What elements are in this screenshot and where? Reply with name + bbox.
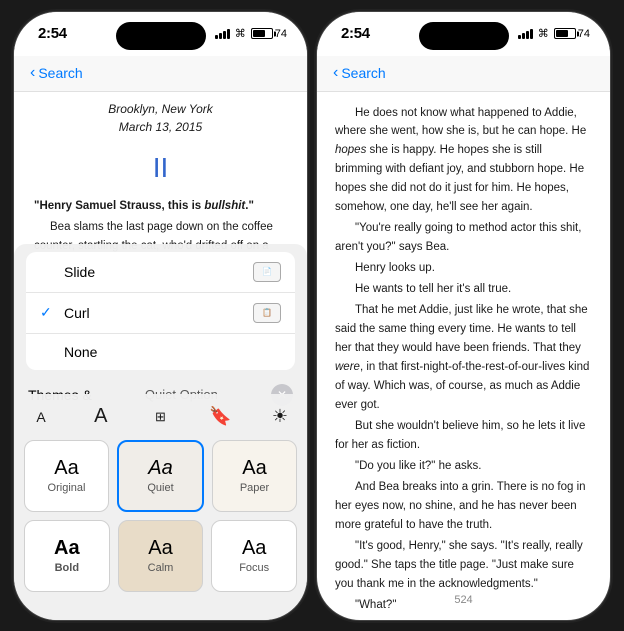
theme-quiet[interactable]: Aa Quiet: [117, 440, 204, 512]
book-content-right: He does not know what happened to Addie,…: [317, 92, 610, 621]
none-label: None: [64, 344, 97, 360]
theme-original[interactable]: Aa Original: [24, 440, 109, 512]
right-phone: 2:54 ⌘ 74 ‹ Search He does not know what…: [316, 11, 611, 621]
signal-icon: [215, 29, 230, 39]
nav-bar-right: ‹ Search: [317, 56, 610, 92]
theme-grid: Aa Original Aa Quiet Aa Paper Aa Bold Aa…: [14, 434, 307, 620]
theme-calm[interactable]: Aa Calm: [118, 520, 204, 592]
theme-row-2: Aa Bold Aa Calm Aa Focus: [24, 520, 297, 592]
status-icons-right: ⌘ 74: [518, 27, 590, 40]
theme-original-aa: Aa: [54, 457, 78, 480]
curl-label: Curl: [64, 305, 90, 321]
theme-quiet-aa: Aa: [148, 457, 172, 480]
theme-focus[interactable]: Aa Focus: [211, 520, 297, 592]
book-header: Brooklyn, New York March 13, 2015: [34, 100, 287, 136]
font-decrease-button[interactable]: A: [24, 400, 58, 434]
page-number: 524: [454, 594, 472, 606]
back-button-right[interactable]: ‹ Search: [333, 64, 386, 82]
theme-original-label: Original: [48, 482, 86, 494]
book-para: And Bea breaks into a grin. There is no …: [335, 478, 592, 535]
slide-option-slide[interactable]: Slide 📄: [26, 252, 295, 293]
back-label-left: Search: [38, 65, 82, 81]
slide-icon-slide: 📄: [253, 262, 281, 282]
slide-option-curl[interactable]: ✓ Curl 📋: [26, 293, 295, 334]
book-para: "My thesis. Remember? I wanted to do it …: [335, 617, 592, 621]
theme-paper-label: Paper: [240, 482, 269, 494]
battery-left: 74: [251, 28, 287, 40]
time-right: 2:54: [341, 25, 370, 42]
chapter-number: II: [34, 146, 287, 189]
back-button-left[interactable]: ‹ Search: [30, 64, 83, 82]
slide-icon-curl: 📋: [253, 303, 281, 323]
theme-bold[interactable]: Aa Bold: [24, 520, 110, 592]
book-para: He does not know what happened to Addie,…: [335, 104, 592, 218]
reading-toolbar: A A ⊞ 🔖 ☀: [14, 394, 307, 440]
theme-calm-label: Calm: [148, 562, 174, 574]
back-label-right: Search: [341, 65, 385, 81]
theme-bold-aa: Aa: [54, 537, 80, 560]
status-icons-left: ⌘ 74: [215, 27, 287, 40]
theme-focus-aa: Aa: [242, 537, 266, 560]
book-location: Brooklyn, New York: [34, 100, 287, 118]
back-chevron-right: ‹: [333, 64, 338, 82]
wifi-icon-right: ⌘: [538, 27, 549, 40]
font-increase-button[interactable]: A: [84, 400, 118, 434]
book-date: March 13, 2015: [34, 118, 287, 136]
dynamic-island-right: [419, 22, 509, 50]
left-phone: 2:54 ⌘ 74 ‹ Search Brooklyn, New York Ma…: [13, 11, 308, 621]
theme-bold-label: Bold: [55, 562, 79, 574]
book-para: He wants to tell her it's all true.: [335, 280, 592, 299]
signal-icon-right: [518, 29, 533, 39]
theme-paper[interactable]: Aa Paper: [212, 440, 297, 512]
wifi-icon: ⌘: [235, 27, 246, 40]
nav-bar-left: ‹ Search: [14, 56, 307, 92]
check-curl: ✓: [40, 304, 56, 321]
themes-button[interactable]: ⊞: [144, 400, 178, 434]
book-para: "Do you like it?" he asks.: [335, 457, 592, 476]
slide-label: Slide: [64, 264, 95, 280]
brightness-button[interactable]: ☀: [263, 400, 297, 434]
theme-focus-label: Focus: [239, 562, 269, 574]
dynamic-island: [116, 22, 206, 50]
book-para: "You're really going to method actor thi…: [335, 219, 592, 257]
book-para: Henry looks up.: [335, 259, 592, 278]
slide-option-none[interactable]: None: [26, 334, 295, 370]
bookmark-button[interactable]: 🔖: [203, 400, 237, 434]
theme-paper-aa: Aa: [242, 457, 266, 480]
book-para: That he met Addie, just like he wrote, t…: [335, 301, 592, 415]
book-para: But she wouldn't believe him, so he lets…: [335, 417, 592, 455]
time-left: 2:54: [38, 25, 67, 42]
battery-right: 74: [554, 28, 590, 40]
theme-calm-aa: Aa: [148, 537, 172, 560]
theme-row-1: Aa Original Aa Quiet Aa Paper: [24, 440, 297, 512]
back-chevron-left: ‹: [30, 64, 35, 82]
theme-quiet-label: Quiet: [147, 482, 173, 494]
book-para: "It's good, Henry," she says. "It's real…: [335, 537, 592, 594]
slide-options: Slide 📄 ✓ Curl 📋 None: [26, 252, 295, 370]
